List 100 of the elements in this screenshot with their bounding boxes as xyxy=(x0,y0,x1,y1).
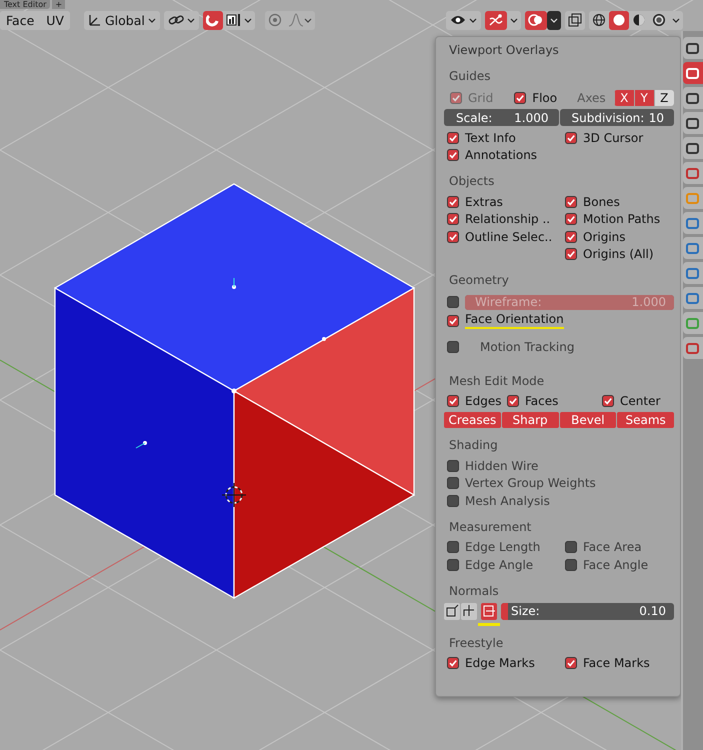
checkbox[interactable] xyxy=(447,558,459,571)
section-heading: Guides xyxy=(449,69,492,83)
properties-tab-icon xyxy=(686,142,699,154)
checkbox-checked[interactable] xyxy=(507,395,519,408)
checkbox-checked[interactable] xyxy=(565,230,577,243)
editor-tab[interactable]: Text Editor xyxy=(0,0,50,9)
option-label: Edge Angle xyxy=(465,558,534,572)
overlays-dropdown[interactable] xyxy=(547,10,561,30)
popover-title: Viewport Overlays xyxy=(449,43,560,57)
gizmo-icon xyxy=(488,13,504,27)
section-heading: Shading xyxy=(449,438,499,452)
option-label: Face Marks xyxy=(583,656,650,670)
toggle-button[interactable]: Creases xyxy=(444,412,501,428)
checkbox[interactable] xyxy=(447,494,459,507)
number-field[interactable]: Subdivision: 10 xyxy=(560,109,674,126)
checkbox-checked[interactable] xyxy=(447,395,459,408)
properties-tab[interactable] xyxy=(683,37,703,59)
checkbox-checked[interactable] xyxy=(565,213,577,226)
vertex-normal-icon xyxy=(445,604,459,618)
option-label: Grid xyxy=(468,90,494,104)
properties-tab[interactable] xyxy=(683,87,703,109)
option-label: Origins (All) xyxy=(583,247,654,262)
number-field[interactable]: Scale: 1.000 xyxy=(444,109,558,126)
toggle-button[interactable]: Sharp xyxy=(502,412,558,428)
normal-mode-button[interactable] xyxy=(444,602,460,620)
properties-tab-icon xyxy=(686,216,699,230)
eye-icon xyxy=(450,13,466,27)
checkbox-checked[interactable] xyxy=(565,657,577,670)
caret-icon xyxy=(304,18,312,22)
xray-icon xyxy=(568,13,582,27)
option-label: Face Orientation xyxy=(465,312,564,330)
checkbox[interactable] xyxy=(447,340,459,352)
checkbox-checked[interactable] xyxy=(565,196,577,208)
checkbox-checked[interactable] xyxy=(514,92,526,104)
visibility-dropdown[interactable] xyxy=(446,10,481,30)
checkbox-checked[interactable] xyxy=(565,248,577,260)
checkbox[interactable] xyxy=(447,541,459,554)
option-label: Center xyxy=(620,394,660,408)
section-heading: Mesh Edit Mode xyxy=(449,374,546,388)
xray-toggle[interactable] xyxy=(565,10,585,30)
gizmo-toggle[interactable] xyxy=(485,10,507,30)
checkbox[interactable] xyxy=(447,460,459,472)
option-label: Edges xyxy=(465,394,502,408)
axis-toggle[interactable]: Y xyxy=(634,90,654,106)
split-normal-icon xyxy=(462,604,476,618)
checkbox-checked[interactable] xyxy=(602,395,614,408)
rendered-sphere-icon xyxy=(652,13,666,27)
orientation-dropdown[interactable]: Global xyxy=(84,10,160,30)
properties-tab[interactable] xyxy=(683,162,703,184)
option-label: Faces xyxy=(525,394,558,408)
link-icon xyxy=(168,13,184,27)
properties-tab[interactable] xyxy=(683,62,703,84)
option-label: Bones xyxy=(583,194,620,209)
caret-icon xyxy=(469,18,477,22)
option-label: Relationship .. xyxy=(465,212,550,226)
material-sphere-icon xyxy=(632,13,646,27)
checkbox[interactable] xyxy=(565,541,577,554)
properties-tab-icon xyxy=(686,316,699,330)
section-heading: Freestyle xyxy=(449,636,504,650)
option-label: Edge Length xyxy=(465,540,540,554)
normal-mode-button[interactable] xyxy=(461,602,477,620)
properties-tab[interactable] xyxy=(683,112,703,134)
axis-toggle[interactable]: X xyxy=(614,90,634,106)
checkbox-checked[interactable] xyxy=(565,132,577,144)
option-label: Edge Marks xyxy=(465,656,535,670)
section-heading: Objects xyxy=(449,174,496,188)
properties-tab[interactable] xyxy=(683,137,703,159)
normal-mode-button[interactable] xyxy=(481,602,497,620)
option-label: Annotations xyxy=(465,148,538,162)
properties-tab-icon xyxy=(686,116,699,130)
properties-tab-icon xyxy=(686,92,699,104)
option-label: Motion Tracking xyxy=(480,340,574,354)
axis-toggle[interactable]: Z xyxy=(654,90,674,106)
section-heading: Geometry xyxy=(449,273,510,287)
checkbox-checked[interactable] xyxy=(447,230,459,243)
checkbox-checked[interactable] xyxy=(447,132,459,144)
checkbox-checked[interactable] xyxy=(447,213,459,226)
add-tab-button[interactable]: + xyxy=(52,0,66,9)
option-label: Extras xyxy=(465,194,503,209)
properties-tab-icon xyxy=(686,342,699,354)
toggle-button[interactable]: Bevel xyxy=(560,412,616,428)
section-heading: Measurement xyxy=(449,520,532,534)
checkbox[interactable] xyxy=(447,477,459,490)
target-icon xyxy=(268,13,282,27)
option-label: Vertex Group Weights xyxy=(465,476,596,490)
overlays-toggle[interactable] xyxy=(525,10,547,30)
option-label: Floo xyxy=(532,90,558,104)
toggle-button[interactable]: Seams xyxy=(617,412,674,428)
checkbox-checked[interactable] xyxy=(447,657,459,670)
snap-toggle[interactable] xyxy=(202,10,223,30)
properties-tab[interactable] xyxy=(683,337,703,359)
size-slider[interactable]: Size: 0.10 xyxy=(501,602,674,620)
checkbox[interactable] xyxy=(565,558,577,571)
caret-icon xyxy=(186,18,195,22)
pivot-dropdown[interactable] xyxy=(164,10,199,30)
checkbox-checked[interactable] xyxy=(447,149,459,162)
option-label: Face Angle xyxy=(583,558,648,572)
checkbox-checked[interactable] xyxy=(447,196,459,208)
3d-cursor-icon xyxy=(222,482,246,508)
checkbox-checked[interactable] xyxy=(447,314,459,327)
